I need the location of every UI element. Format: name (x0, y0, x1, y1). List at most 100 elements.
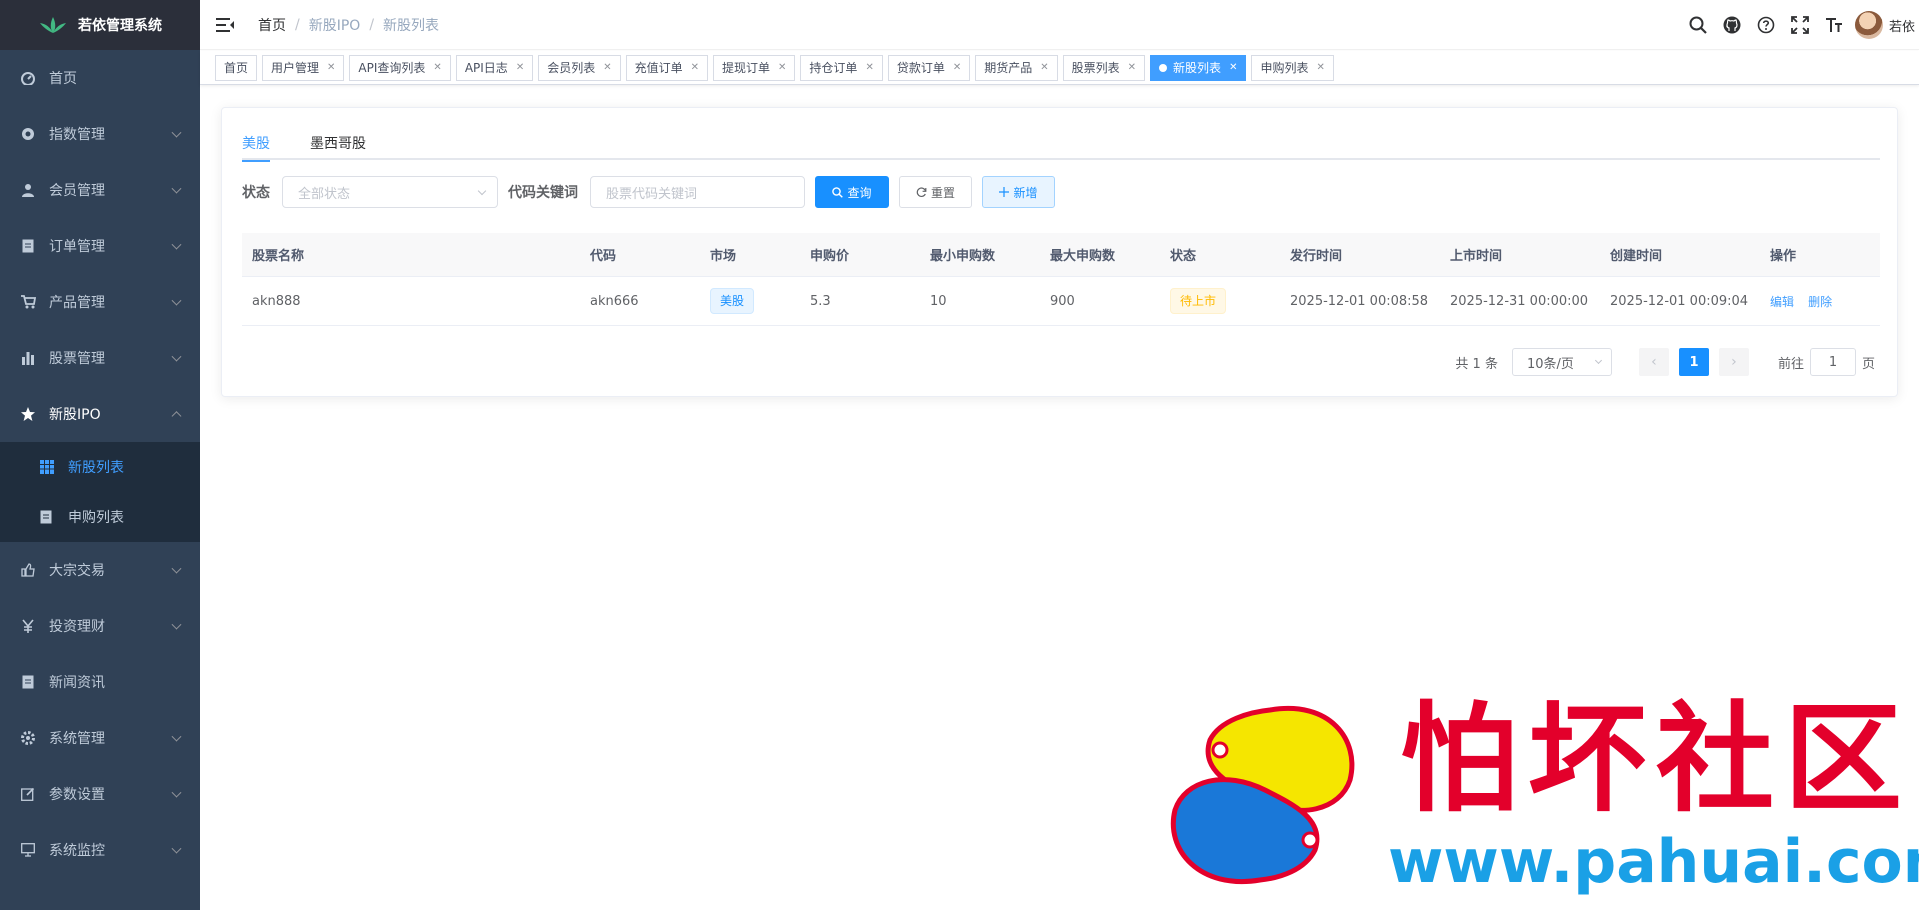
close-icon[interactable]: ✕ (778, 62, 786, 73)
sidebar-sub-label: 申购列表 (68, 510, 124, 526)
add-button[interactable]: 新增 (982, 176, 1055, 208)
sidebar-item-label: 会员管理 (49, 183, 105, 199)
tag-api-log[interactable]: API日志 ✕ (455, 54, 534, 81)
cell-status: 待上市 (1160, 288, 1280, 314)
logo[interactable]: 若依管理系统 (0, 0, 200, 50)
close-icon[interactable]: ✕ (1229, 62, 1237, 73)
cart-icon (20, 294, 36, 310)
close-icon[interactable]: ✕ (1316, 62, 1324, 73)
sidebar-item-members[interactable]: 会员管理 (0, 162, 200, 218)
close-icon[interactable]: ✕ (1128, 62, 1136, 73)
tab-mexico-stock[interactable]: 墨西哥股 (310, 126, 366, 160)
sidebar-item-home[interactable]: 首页 (0, 50, 200, 106)
goto-page-input[interactable]: 1 (1809, 348, 1856, 376)
tag-label: 股票列表 (1071, 61, 1120, 75)
header-actions: 操作 (1770, 249, 1797, 264)
page-jumper: 前往 1 页 (1778, 348, 1875, 376)
tag-user-manage[interactable]: 用户管理 ✕ (262, 54, 345, 81)
sidebar-item-block-trade[interactable]: 大宗交易 (0, 542, 200, 598)
tag-recharge[interactable]: 充值订单 ✕ (625, 54, 709, 81)
goto-suffix: 页 (1861, 356, 1875, 372)
tag-home[interactable]: 首页 (215, 54, 258, 81)
market-tabs: 美股 墨西哥股 (242, 126, 1880, 162)
sidebar-item-system[interactable]: 系统管理 (0, 710, 200, 766)
tag-label: 新股列表 (1173, 61, 1222, 75)
status-label: 状态 (242, 185, 270, 201)
close-icon[interactable]: ✕ (327, 62, 335, 73)
chevron-down-icon (171, 127, 182, 138)
search-icon[interactable] (1681, 16, 1715, 34)
chevron-down-icon (171, 619, 182, 630)
sidebar-item-params[interactable]: 参数设置 (0, 766, 200, 822)
breadcrumb-home[interactable]: 首页 (258, 15, 286, 35)
sidebar-item-label: 大宗交易 (49, 563, 105, 579)
prev-page-button[interactable]: ‹ (1638, 348, 1669, 376)
page-number-current[interactable]: 1 (1678, 348, 1709, 376)
tag-api-query[interactable]: API查询列表 ✕ (349, 54, 451, 81)
font-size-icon[interactable] (1817, 16, 1851, 34)
avatar[interactable] (1854, 11, 1883, 39)
sidebar-item-label: 系统监控 (49, 843, 105, 859)
github-icon[interactable] (1715, 16, 1749, 34)
chevron-down-icon (171, 731, 182, 742)
tag-loan[interactable]: 贷款订单 ✕ (887, 54, 971, 81)
chevron-down-icon (171, 351, 182, 362)
watermark-url: www.pahuai.com (1388, 827, 1919, 897)
cell-actions: 编辑 删除 (1760, 293, 1880, 310)
lotus-logo-icon (40, 17, 66, 33)
breadcrumb-ipo: 新股IPO (308, 17, 361, 34)
breadcrumb-separator: / (295, 16, 300, 33)
tab-us-stock[interactable]: 美股 (242, 126, 270, 162)
close-icon[interactable]: ✕ (433, 62, 441, 73)
hamburger-icon[interactable] (216, 15, 236, 35)
status-select[interactable]: 全部状态 (282, 176, 498, 208)
fullscreen-icon[interactable] (1783, 16, 1817, 34)
close-icon[interactable]: ✕ (1040, 62, 1048, 73)
tag-withdraw[interactable]: 提现订单 ✕ (713, 54, 796, 81)
username[interactable]: 若依 (1889, 16, 1915, 35)
header-max: 最大申购数 (1050, 249, 1116, 264)
next-page-button[interactable]: › (1718, 348, 1749, 376)
sidebar-item-label: 首页 (49, 71, 77, 87)
delete-link[interactable]: 删除 (1808, 295, 1832, 309)
sidebar-item-subscription-list[interactable]: 申购列表 (0, 492, 200, 542)
tag-stock-list[interactable]: 股票列表 ✕ (1062, 54, 1146, 81)
sidebar-item-index[interactable]: 指数管理 (0, 106, 200, 162)
close-icon[interactable]: ✕ (603, 62, 611, 73)
sidebar-item-ipo-list[interactable]: 新股列表 (0, 442, 200, 492)
tag-position[interactable]: 持仓订单 ✕ (800, 54, 883, 81)
sidebar-item-news[interactable]: 新闻资讯 (0, 654, 200, 710)
cell-price: 5.3 (810, 293, 831, 309)
pagination-total: 共 1 条 (1455, 356, 1498, 372)
sidebar-item-orders[interactable]: 订单管理 (0, 218, 200, 274)
chevron-down-icon (171, 239, 182, 250)
sidebar-item-label: 新股IPO (49, 407, 101, 423)
sidebar-item-monitor[interactable]: 系统监控 (0, 822, 200, 878)
help-icon[interactable] (1749, 16, 1783, 34)
cell-max: 900 (1050, 293, 1075, 309)
close-icon[interactable]: ✕ (691, 62, 699, 73)
navbar-right: 若依 (1681, 0, 1919, 50)
keyword-label: 代码关键词 (508, 185, 578, 201)
sidebar-item-stocks[interactable]: 股票管理 (0, 330, 200, 386)
tag-member-list[interactable]: 会员列表 ✕ (538, 54, 621, 81)
search-button-label: 查询 (847, 185, 872, 200)
sidebar-item-products[interactable]: 产品管理 (0, 274, 200, 330)
tag-futures[interactable]: 期货产品 ✕ (975, 54, 1058, 81)
status-placeholder: 全部状态 (298, 186, 351, 202)
close-icon[interactable]: ✕ (953, 62, 961, 73)
keyword-input[interactable]: 股票代码关键词 (590, 176, 805, 208)
sidebar-item-ipo[interactable]: 新股IPO (0, 386, 200, 442)
refresh-icon (916, 186, 927, 197)
app-title: 若依管理系统 (78, 18, 162, 34)
sidebar-item-investment[interactable]: 投资理财 (0, 598, 200, 654)
edit-link[interactable]: 编辑 (1770, 295, 1794, 309)
close-icon[interactable]: ✕ (516, 62, 524, 73)
page-size-select[interactable]: 10条/页 (1511, 348, 1612, 376)
tag-subscription-list[interactable]: 申购列表 ✕ (1251, 54, 1334, 81)
keyword-placeholder: 股票代码关键词 (606, 186, 698, 202)
reset-button[interactable]: 重置 (899, 176, 972, 208)
close-icon[interactable]: ✕ (865, 62, 873, 73)
search-button[interactable]: 查询 (815, 176, 889, 208)
tag-ipo-list[interactable]: 新股列表 ✕ (1150, 54, 1247, 81)
